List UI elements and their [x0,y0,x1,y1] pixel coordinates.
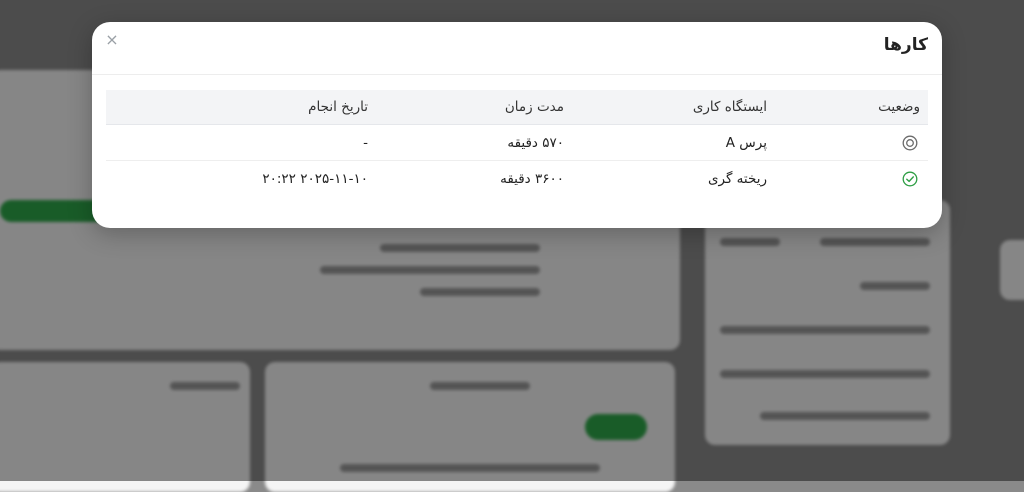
date-cell: ۲۰۲۵-۱۱-۱۰ ۲۰:۲۲ [262,170,368,187]
pending-circle-icon [902,135,918,151]
check-circle-icon [902,171,918,187]
header-status: وضعیت [775,90,928,125]
table-row: پرس A ۵۷۰ دقیقه - [106,124,928,161]
header-station: ایستگاه کاری [572,90,775,125]
date-cell: - [106,124,376,161]
jobs-modal: کارها × وضعیت ایستگاه کاری مدت زمان تاری… [92,22,942,228]
close-icon[interactable]: × [104,32,120,48]
header-duration: مدت زمان [376,90,572,125]
table-header-row: وضعیت ایستگاه کاری مدت زمان تاریخ انجام [106,90,928,125]
duration-cell: ۵۷۰ دقیقه [376,124,572,161]
header-date: تاریخ انجام [106,90,376,125]
status-cell [775,161,928,197]
station-cell: پرس A [572,124,775,161]
table-row: ریخته گری ۳۶۰۰ دقیقه ۲۰۲۵-۱۱-۱۰ ۲۰:۲۲ [106,161,928,197]
status-cell [775,124,928,161]
station-cell: ریخته گری [707,170,767,187]
modal-header: کارها × [92,22,942,75]
modal-title: کارها [883,35,928,55]
duration-cell: ۳۶۰۰ دقیقه [500,170,564,187]
jobs-table: وضعیت ایستگاه کاری مدت زمان تاریخ انجام … [106,90,928,196]
